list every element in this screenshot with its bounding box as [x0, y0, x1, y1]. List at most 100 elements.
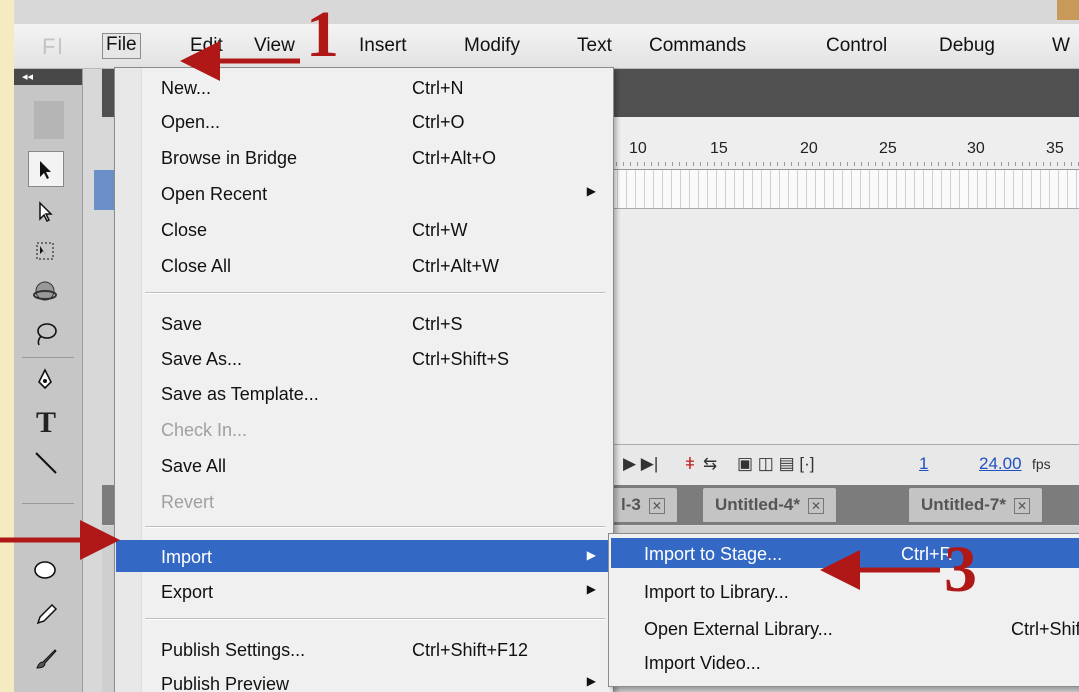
layer-selected[interactable] [94, 170, 116, 210]
menu-item-label: Import to Stage... [644, 544, 783, 564]
timeline-frames[interactable] [609, 170, 1079, 209]
current-frame[interactable]: 1 [919, 454, 928, 474]
window-corner [1057, 0, 1079, 20]
submenu-arrow-icon: ▶ [586, 674, 596, 688]
ruler-tick: 25 [879, 140, 897, 157]
timeline-ruler[interactable]: 10 15 20 25 30 35 [609, 117, 1079, 170]
menu-item-label: Open Recent [161, 184, 268, 204]
menu-item-shortcut: Ctrl+Alt+W [412, 256, 500, 276]
tools-divider [22, 357, 74, 358]
menu-item-label: Check In... [161, 420, 248, 440]
pen-tool-icon[interactable] [28, 363, 64, 399]
menu-item-label: Publish Preview [161, 674, 290, 692]
menu-item-import-video[interactable]: Import Video... [611, 647, 1079, 677]
ruler-ticks [609, 162, 1079, 166]
frame-rate[interactable]: 24.00 [979, 454, 1022, 474]
menu-item-revert: Revert [116, 486, 612, 516]
text-tool-icon[interactable]: T [28, 405, 64, 441]
menu-insert[interactable]: Insert [359, 35, 407, 57]
selection-tool-icon[interactable] [28, 151, 64, 187]
menu-item-save[interactable]: Save Ctrl+S [116, 308, 612, 338]
menu-item-label: Save [161, 314, 203, 334]
free-transform-tool-icon[interactable] [28, 234, 64, 270]
ruler-tick: 10 [629, 140, 647, 157]
subselection-tool-icon[interactable] [28, 194, 64, 230]
menu-item-open-recent[interactable]: Open Recent ▶ [116, 178, 612, 208]
play-icon[interactable]: ▶ ▶| [623, 454, 658, 474]
menu-file[interactable]: File [102, 33, 141, 59]
tools-panel-grip [34, 101, 64, 139]
close-icon[interactable]: ✕ [808, 498, 825, 514]
menu-item-export[interactable]: Export ▶ [116, 576, 612, 606]
menu-bar: Fl File Edit View Insert Modify Text Com… [14, 24, 1079, 69]
ruler-tick: 30 [967, 140, 985, 157]
menu-item-import-to-library[interactable]: Import to Library... [611, 576, 1079, 606]
menu-control[interactable]: Control [826, 35, 887, 57]
oval-tool-icon[interactable] [28, 553, 64, 589]
menu-item-import[interactable]: Import ▶ [116, 540, 612, 572]
menu-item-import-to-stage[interactable]: Import to Stage... Ctrl+R [611, 538, 1079, 568]
menu-item-browse-in-bridge[interactable]: Browse in Bridge Ctrl+Alt+O [116, 142, 612, 172]
menu-item-shortcut: Ctrl+O [412, 112, 465, 132]
menu-item-publish-settings[interactable]: Publish Settings... Ctrl+Shift+F12 [116, 634, 612, 664]
menu-separator [145, 526, 605, 528]
tab-document[interactable]: l-3 ✕ [608, 487, 678, 523]
tab-label: l-3 [621, 495, 641, 514]
menu-edit[interactable]: Edit [190, 35, 223, 57]
menu-item-label: Browse in Bridge [161, 148, 298, 168]
menu-item-save-as-template[interactable]: Save as Template... [116, 378, 612, 408]
menu-item-shortcut: Ctrl+Shift+S [412, 349, 510, 369]
tools-panel: ◂◂ T [14, 69, 83, 692]
line-tool-icon[interactable] [28, 445, 64, 481]
menu-item-label: Import to Library... [644, 582, 789, 602]
submenu-arrow-icon: ▶ [586, 184, 596, 198]
menu-item-save-all[interactable]: Save All [116, 450, 612, 480]
onion-skin-icon[interactable]: ▣ ◫ ▤ [·] [737, 454, 814, 474]
menu-item-close-all[interactable]: Close All Ctrl+Alt+W [116, 250, 612, 280]
menu-item-open-external-library[interactable]: Open External Library... Ctrl+Shift+O [611, 613, 1079, 643]
menu-item-new[interactable]: New... Ctrl+N [116, 72, 612, 102]
close-icon[interactable]: ✕ [1014, 498, 1031, 514]
brush-tool-icon[interactable] [28, 641, 64, 677]
annotation-step-3: 3 [944, 533, 977, 606]
timeline-body [609, 209, 1079, 444]
menu-separator [145, 618, 605, 620]
lasso-tool-icon[interactable] [28, 316, 64, 352]
menu-item-publish-preview[interactable]: Publish Preview ▶ [116, 668, 612, 692]
menu-item-label: Publish Settings... [161, 640, 306, 660]
loop-icon[interactable]: ⇆ [703, 454, 717, 474]
menu-item-shortcut: Ctrl+Alt+O [412, 148, 497, 168]
menu-modify[interactable]: Modify [464, 35, 520, 57]
menu-text[interactable]: Text [577, 35, 612, 57]
tab-label: Untitled-4* [715, 495, 800, 514]
menu-item-open[interactable]: Open... Ctrl+O [116, 106, 612, 136]
menu-item-close[interactable]: Close Ctrl+W [116, 214, 612, 244]
file-menu: New... Ctrl+N Open... Ctrl+O Browse in Bri… [114, 67, 614, 692]
menu-item-shortcut: Ctrl+N [412, 78, 464, 98]
center-frame-icon[interactable]: ǂ [685, 454, 695, 474]
collapse-icon[interactable]: ◂◂ [22, 70, 33, 83]
menu-item-label: Save All [161, 456, 227, 476]
3d-rotation-tool-icon[interactable] [28, 274, 64, 310]
submenu-arrow-icon: ▶ [586, 548, 596, 562]
menu-window[interactable]: W [1052, 35, 1070, 57]
ruler-tick: 35 [1046, 140, 1064, 157]
menu-item-save-as[interactable]: Save As... Ctrl+Shift+S [116, 343, 612, 373]
close-icon[interactable]: ✕ [648, 498, 665, 514]
menu-debug[interactable]: Debug [939, 35, 995, 57]
tab-document[interactable]: Untitled-7* ✕ [908, 487, 1044, 523]
menu-item-label: Open... [161, 112, 221, 132]
fps-unit: fps [1032, 456, 1051, 472]
tools-panel-header[interactable]: ◂◂ [14, 69, 82, 85]
menu-view[interactable]: View [254, 35, 295, 57]
menu-item-shortcut: Ctrl+W [412, 220, 468, 240]
tools-divider [22, 503, 74, 504]
menu-item-shortcut: Ctrl+Shift+O [1011, 619, 1079, 639]
menu-item-label: Close All [161, 256, 232, 276]
flash-window: Fl File Edit View Insert Modify Text Com… [14, 0, 1079, 692]
menu-item-shortcut: Ctrl+Shift+F12 [412, 640, 529, 660]
annotation-step-1: 1 [306, 0, 339, 71]
tab-document[interactable]: Untitled-4* ✕ [702, 487, 838, 523]
pencil-tool-icon[interactable] [28, 597, 64, 633]
menu-commands[interactable]: Commands [649, 35, 746, 57]
